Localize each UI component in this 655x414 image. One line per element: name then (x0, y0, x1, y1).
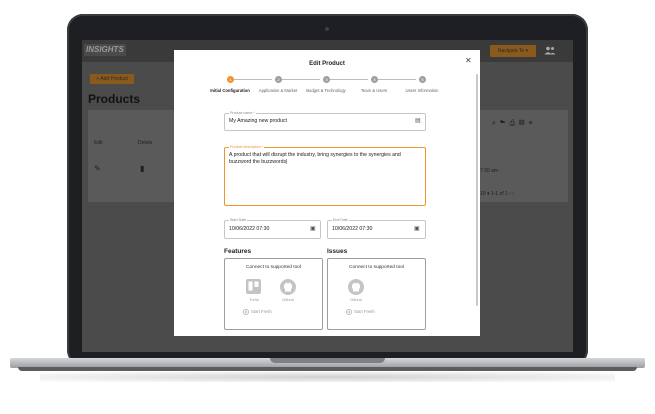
start-fresh-label: Start Fresh (354, 309, 375, 314)
edit-product-dialog: Edit Product ✕ 1 2 3 4 5 Initial Configu… (174, 50, 480, 336)
start-date-field[interactable]: Start Date 10/06/2022 07:30 ▣ (224, 218, 321, 239)
github-label: Github (350, 297, 362, 302)
product-description-field[interactable]: Product description * A product that wil… (224, 145, 426, 206)
features-title: Features (224, 248, 252, 255)
filter-icon[interactable]: ≡ (528, 120, 536, 127)
product-name-value: My Amazing new product (229, 118, 287, 124)
table-cell-time: 7:30 am (480, 168, 499, 174)
column-header-delete: Delete (138, 140, 153, 146)
laptop-screen: INSIGHTS Navigate To ▾ + Add Product Pro… (82, 40, 573, 352)
users-icon[interactable] (544, 46, 556, 56)
dialog-title: Edit Product (309, 61, 345, 67)
stepper-connector (234, 79, 272, 80)
step-label-team-users[interactable]: Team & Users (351, 88, 397, 93)
trello-icon[interactable] (246, 279, 261, 299)
page-title: Products (88, 92, 141, 106)
calendar-icon[interactable]: ▣ (310, 225, 316, 232)
step-3-circle[interactable]: 3 (323, 76, 330, 83)
dialog-scrollbar[interactable] (476, 74, 478, 306)
laptop-shadow (40, 372, 615, 382)
end-date-label: End Date (332, 218, 349, 223)
step-1-circle[interactable]: 1 (227, 76, 234, 83)
product-name-field[interactable]: Product name * My Amazing new product ▤ (224, 111, 426, 131)
product-description-value: A product that will disrupt the industry… (229, 152, 401, 165)
product-name-label: Product name * (229, 111, 256, 116)
stepper-connector (378, 79, 416, 80)
step-2-circle[interactable]: 2 (275, 76, 282, 83)
issues-title: Issues (327, 248, 348, 255)
navigate-to-label: Navigate To (497, 48, 525, 54)
issues-box: Connect to supported tool Github Start F… (327, 258, 426, 330)
id-card-icon: ▤ (415, 118, 421, 124)
start-fresh-radio[interactable] (346, 309, 352, 315)
table-toolbar-icons: ⌕☁⎙▥≡ (492, 120, 537, 128)
camera-icon (325, 27, 329, 31)
edit-icon[interactable]: ✎ (94, 164, 101, 173)
start-fresh-label: Start Fresh (251, 309, 272, 314)
stepper-connector (282, 79, 320, 80)
step-label-users-information[interactable]: Users Information (399, 88, 445, 93)
end-date-field[interactable]: End Date 10/06/2022 07:30 ▣ (327, 218, 426, 239)
column-header-edit: Edit (94, 140, 103, 146)
print-icon[interactable]: ⎙ (510, 120, 520, 127)
product-description-label: Product description * (229, 145, 265, 150)
delete-icon[interactable]: ▮ (140, 164, 144, 173)
github-label: Github (282, 297, 294, 302)
add-product-button[interactable]: + Add Product (90, 74, 134, 84)
calendar-icon[interactable]: ▣ (414, 225, 420, 232)
trello-label: Trello (249, 297, 259, 302)
start-fresh-radio[interactable] (243, 309, 249, 315)
search-icon[interactable]: ⌕ (492, 120, 500, 127)
features-caption: Connect to supported tool (246, 265, 301, 270)
navigate-to-button[interactable]: Navigate To ▾ (490, 45, 536, 57)
laptop-base-edge (18, 367, 637, 371)
features-box: Connect to supported tool Trello Github … (224, 258, 323, 330)
stepper-connector (330, 79, 368, 80)
step-4-circle[interactable]: 4 (371, 76, 378, 83)
table-pagination[interactable]: 10 ▾ 1-1 of 1 ‹ › (480, 191, 514, 197)
end-date-value: 10/06/2022 07:30 (332, 226, 373, 232)
start-date-label: Start Date (229, 218, 248, 223)
close-icon[interactable]: ✕ (465, 56, 472, 65)
step-5-circle[interactable]: 5 (419, 76, 426, 83)
laptop-notch (270, 358, 385, 363)
issues-caption: Connect to supported tool (349, 265, 404, 270)
app-logo[interactable]: INSIGHTS (84, 44, 126, 56)
start-date-value: 10/06/2022 07:30 (229, 226, 270, 232)
step-label-budget-technology[interactable]: Budget & Technology (303, 88, 349, 93)
step-label-application-market[interactable]: Application & Market (255, 88, 301, 93)
step-label-initial-configuration[interactable]: Initial Configuration (207, 88, 253, 93)
download-icon[interactable]: ☁ (500, 120, 510, 127)
